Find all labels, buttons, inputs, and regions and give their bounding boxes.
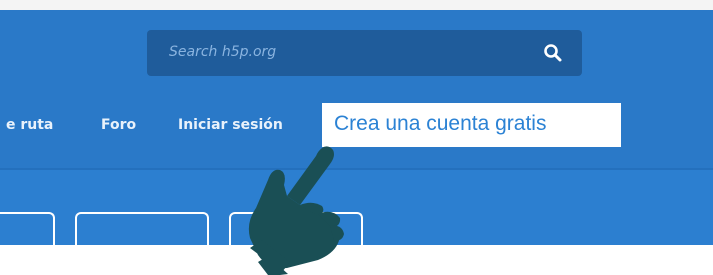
nav-item-foro[interactable]: Foro xyxy=(101,117,136,133)
nav-item-ruta[interactable]: e ruta xyxy=(6,117,53,133)
header-divider xyxy=(0,168,713,170)
create-account-label: Crea una cuenta gratis xyxy=(334,112,547,135)
page: Search h5p.org e ruta Foro Iniciar sesió… xyxy=(0,0,713,275)
nav-item-iniciar-sesion[interactable]: Iniciar sesión xyxy=(178,117,283,133)
search-icon[interactable] xyxy=(542,42,564,64)
create-account-link[interactable]: Crea una cuenta gratis xyxy=(322,103,621,147)
top-strip xyxy=(0,0,713,10)
search-input[interactable]: Search h5p.org xyxy=(147,30,582,76)
search-placeholder: Search h5p.org xyxy=(169,44,277,60)
page-bottom xyxy=(0,245,713,275)
